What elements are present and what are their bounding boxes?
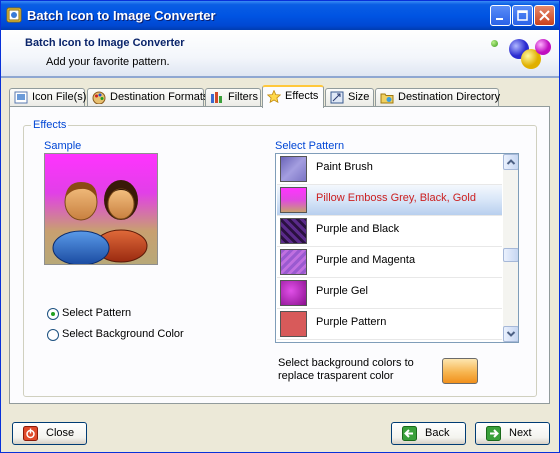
maximize-icon bbox=[517, 10, 528, 21]
tab-label: Destination Directory bbox=[398, 91, 501, 103]
tab-strip: Icon File(s) Destination Formats Filters… bbox=[9, 85, 549, 108]
pattern-name: Purple Gel bbox=[316, 285, 368, 297]
header-title: Batch Icon to Image Converter bbox=[25, 37, 185, 49]
list-item[interactable]: Purple Pattern bbox=[277, 309, 502, 340]
tab-destination-formats[interactable]: Destination Formats bbox=[87, 88, 208, 106]
minimize-icon bbox=[496, 18, 503, 20]
next-label: Next bbox=[509, 427, 532, 439]
pattern-swatch bbox=[280, 156, 307, 182]
close-button[interactable]: Close bbox=[12, 422, 87, 445]
title-bar[interactable]: Batch Icon to Image Converter bbox=[1, 1, 559, 30]
sample-label: Sample bbox=[44, 140, 82, 152]
tab-label: Effects bbox=[285, 90, 319, 102]
tab-label: Icon File(s) bbox=[32, 91, 87, 103]
maximize-button[interactable] bbox=[512, 5, 533, 26]
colored-balls-icon bbox=[509, 39, 551, 69]
close-icon bbox=[539, 10, 550, 21]
list-item[interactable]: Purple Gel bbox=[277, 278, 502, 309]
icon-file-icon bbox=[14, 91, 28, 104]
effects-group-label: Effects bbox=[31, 119, 69, 131]
app-window: Batch Icon to Image Converter Batch Icon… bbox=[0, 0, 560, 453]
list-item[interactable]: Purple and Black bbox=[277, 216, 502, 247]
tab-label: Size bbox=[348, 91, 370, 103]
pattern-swatch bbox=[280, 249, 307, 275]
pattern-swatch bbox=[280, 187, 307, 213]
close-app-icon bbox=[23, 426, 38, 441]
list-item[interactable]: Purple and Magenta bbox=[277, 247, 502, 278]
scroll-up-button[interactable] bbox=[503, 154, 518, 170]
background-color-note: Select background colors to replace tras… bbox=[278, 357, 414, 382]
chevron-up-icon bbox=[506, 159, 516, 165]
radio-button[interactable] bbox=[47, 308, 59, 320]
radio-label: Select Background Color bbox=[62, 328, 184, 340]
header-subtitle: Add your favorite pattern. bbox=[46, 56, 170, 68]
tab-size[interactable]: Size bbox=[325, 88, 374, 106]
app-icon bbox=[6, 7, 22, 23]
pattern-name: Purple and Black bbox=[316, 223, 400, 235]
scroll-thumb[interactable] bbox=[503, 248, 518, 262]
window-title: Batch Icon to Image Converter bbox=[27, 8, 216, 23]
back-label: Back bbox=[425, 427, 450, 439]
tab-effects[interactable]: Effects bbox=[262, 85, 324, 108]
radio-label: Select Pattern bbox=[62, 307, 132, 319]
pattern-list[interactable]: Paint Brush Pillow Emboss Grey, Black, G… bbox=[275, 153, 519, 343]
select-pattern-label: Select Pattern bbox=[275, 140, 345, 152]
status-dot-icon bbox=[491, 40, 498, 47]
filter-icon bbox=[211, 92, 222, 103]
list-item[interactable]: Pillow Emboss Grey, Black, Gold bbox=[277, 185, 502, 216]
close-label: Close bbox=[46, 427, 75, 439]
pattern-swatch bbox=[280, 218, 307, 244]
next-button[interactable]: Next bbox=[475, 422, 550, 445]
palette-icon bbox=[92, 91, 106, 104]
sample-preview bbox=[44, 153, 158, 265]
back-button[interactable]: Back bbox=[391, 422, 466, 445]
close-window-button[interactable] bbox=[534, 5, 555, 26]
folder-icon bbox=[380, 93, 394, 104]
size-icon bbox=[330, 91, 344, 104]
scroll-down-button[interactable] bbox=[503, 326, 518, 342]
pattern-name: Purple and Magenta bbox=[316, 254, 416, 266]
users-icon bbox=[52, 180, 148, 264]
pattern-swatch bbox=[280, 311, 307, 337]
pattern-swatch bbox=[280, 280, 307, 306]
header-banner: Batch Icon to Image Converter Add your f… bbox=[1, 30, 559, 78]
tab-filters[interactable]: Filters bbox=[205, 88, 261, 106]
pattern-name: Purple Pattern bbox=[316, 316, 387, 328]
tab-label: Filters bbox=[228, 91, 258, 103]
tab-destination-directory[interactable]: Destination Directory bbox=[375, 88, 501, 106]
chevron-down-icon bbox=[506, 331, 516, 337]
tab-icon-files[interactable]: Icon File(s) bbox=[9, 88, 87, 106]
radio-button[interactable] bbox=[47, 329, 59, 341]
pattern-name: Paint Brush bbox=[316, 161, 373, 173]
background-color-button[interactable] bbox=[442, 358, 478, 384]
tab-label: Destination Formats bbox=[110, 91, 209, 103]
minimize-button[interactable] bbox=[490, 5, 511, 26]
next-arrow-icon bbox=[486, 426, 501, 441]
star-icon bbox=[267, 90, 281, 103]
pattern-name: Pillow Emboss Grey, Black, Gold bbox=[316, 192, 476, 204]
list-item[interactable]: Paint Brush bbox=[277, 154, 502, 185]
pattern-list-scrollbar[interactable] bbox=[503, 154, 518, 342]
back-arrow-icon bbox=[402, 426, 417, 441]
